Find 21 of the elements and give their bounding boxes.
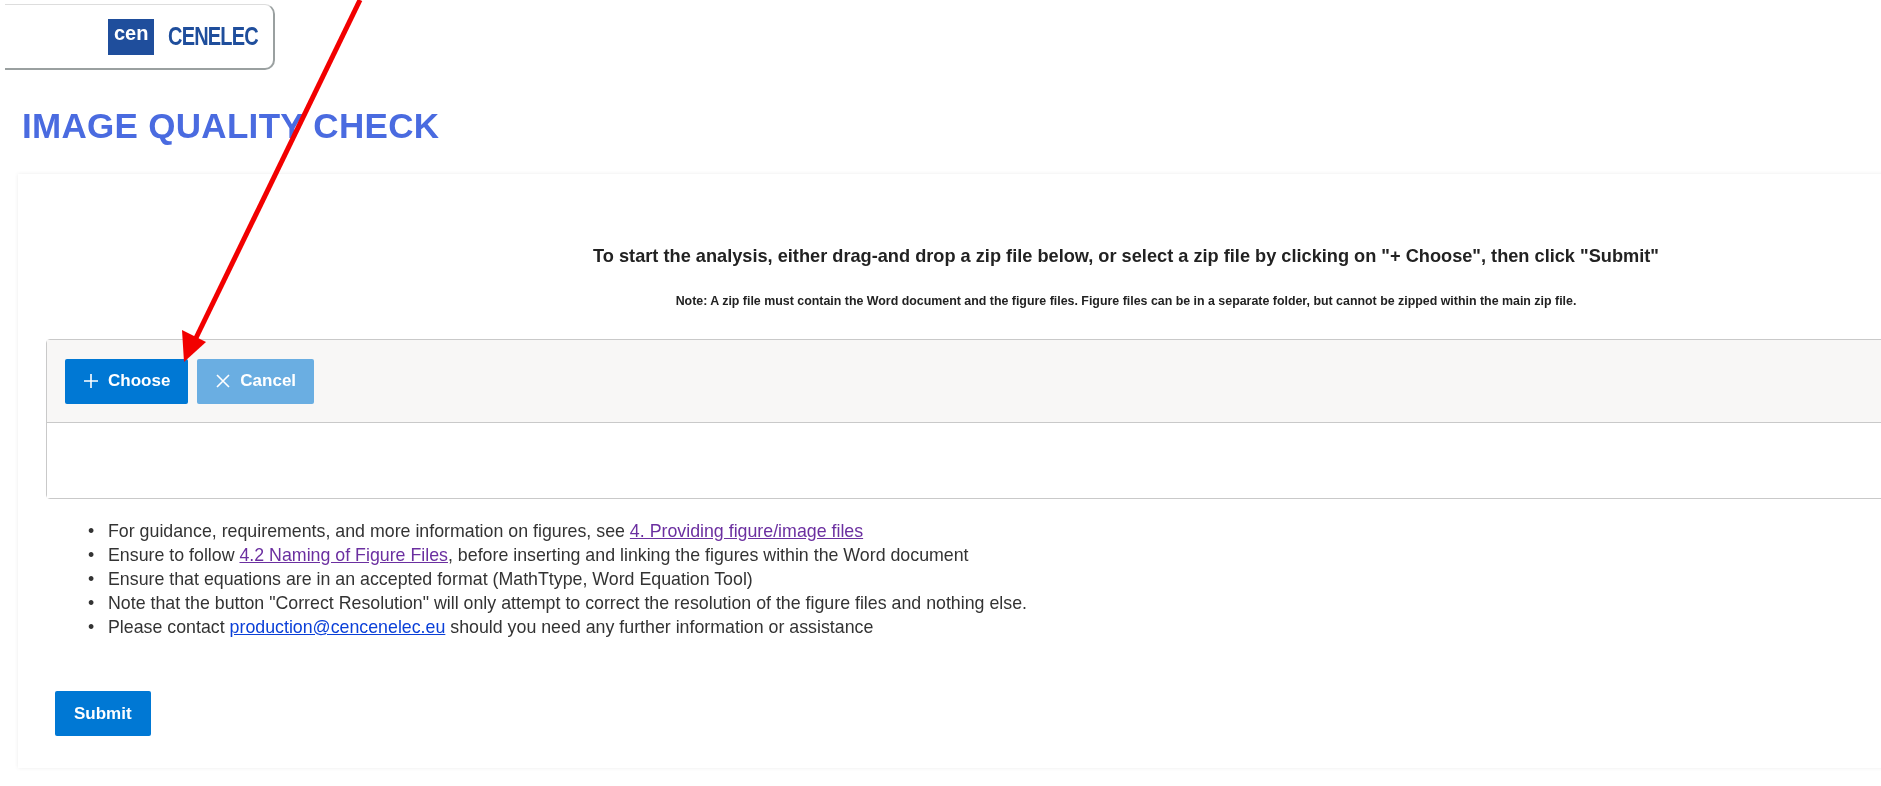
link[interactable]: 4. Providing figure/image files [629, 521, 864, 541]
bullet-marker: • [88, 616, 96, 639]
info-text: For guidance, requirements, and more information on figures, see 4. Providing figure/image files [108, 520, 864, 543]
link[interactable]: production@cencenelec.eu [229, 617, 446, 637]
info-text: Note that the button "Correct Resolution" will only attempt to correct the resolution of the figure files and nothing else. [108, 592, 1027, 615]
bullet-marker: • [88, 568, 96, 591]
info-text: Please contact production@cencenelec.eu should you need any further information or assistance [108, 616, 874, 639]
instruction-text: To start the analysis, either drag-and drop a zip file below, or select a zip file by clicking on "+ Choose", then click "Submit" [592, 246, 1660, 267]
info-text: Ensure that equations are in an accepted format (MathTtype, Word Equation Tool) [108, 568, 753, 591]
submit-button[interactable]: Submit [55, 691, 151, 736]
logo-text: CENELEC [168, 22, 259, 51]
choose-button[interactable]: Choose [65, 358, 189, 404]
bullet-marker: • [88, 544, 96, 567]
link[interactable]: 4.2 Naming of Figure Files [239, 545, 448, 565]
bullet-marker: • [88, 592, 96, 615]
info-text: Ensure to follow 4.2 Naming of Figure Files, before inserting and linking the figures within the Word document [108, 544, 969, 567]
bullet-marker: • [88, 520, 96, 543]
plus-icon [83, 373, 99, 389]
note-text: Note: A zip file must contain the Word document and the figure files. Figure files can be in a separate folder, but cannot be zipped within the main zip file. [674, 294, 1578, 308]
close-icon [215, 373, 232, 389]
logo-mark: cen [108, 18, 155, 55]
